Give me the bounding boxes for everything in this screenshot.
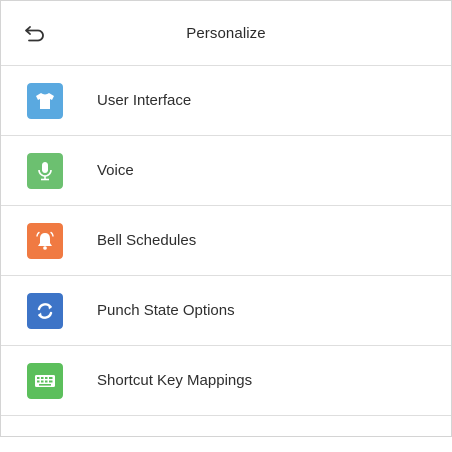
menu-item-label: Voice	[97, 162, 134, 179]
menu-item-bell-schedules[interactable]: Bell Schedules	[1, 206, 451, 276]
menu-item-label: Bell Schedules	[97, 232, 197, 249]
empty-row	[1, 416, 451, 452]
back-arrow-icon	[25, 26, 44, 42]
menu-item-label: Punch State Options	[97, 302, 235, 319]
keyboard-icon	[27, 362, 63, 399]
personalize-screen: Personalize User Interface Voice Bell Sc…	[0, 0, 452, 437]
header-bar: Personalize	[1, 1, 451, 66]
menu-item-label: User Interface	[97, 92, 192, 109]
menu-item-user-interface[interactable]: User Interface	[1, 66, 451, 136]
menu-item-voice[interactable]: Voice	[1, 136, 451, 206]
back-button[interactable]	[15, 17, 55, 49]
menu-item-label: Shortcut Key Mappings	[97, 372, 253, 389]
personalize-menu: User Interface Voice Bell Schedules Punc…	[1, 66, 451, 452]
page-title: Personalize	[186, 24, 266, 42]
shirt-icon	[27, 82, 63, 119]
refresh-icon	[27, 292, 63, 329]
microphone-icon	[27, 152, 63, 189]
bell-icon	[27, 222, 63, 259]
menu-item-shortcut-key-mappings[interactable]: Shortcut Key Mappings	[1, 346, 451, 416]
menu-item-punch-state-options[interactable]: Punch State Options	[1, 276, 451, 346]
